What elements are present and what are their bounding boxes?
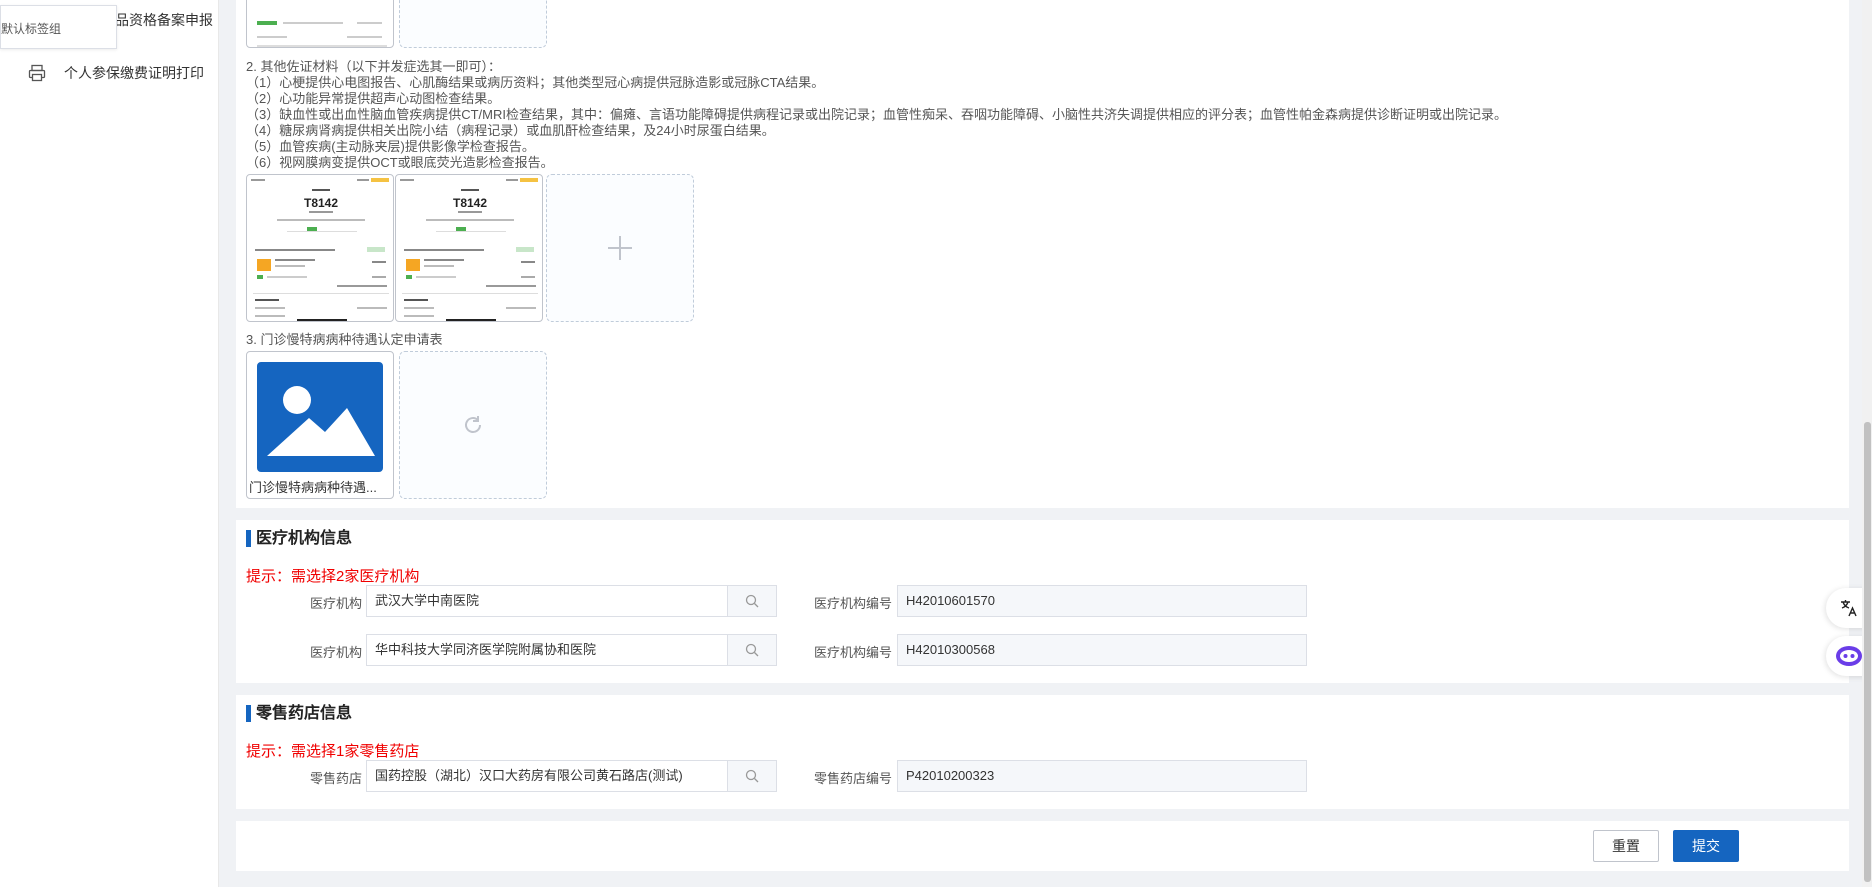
search-icon [745, 769, 759, 783]
uploaded-file-thumb[interactable]: 门诊慢特病病种待遇... [246, 351, 394, 499]
sidebar: 品资格备案申报 默认标签组 个人参保缴费证明打印 [0, 0, 219, 887]
tab-group-tooltip: 默认标签组 [0, 5, 117, 49]
uploaded-image-thumb[interactable] [246, 0, 394, 48]
pharmacy-section-title: 零售药店信息 [246, 705, 352, 722]
material-line: （1）心梗提供心电图报告、心肌酶结果或病历资料；其他类型冠心病提供冠脉造影或冠脉… [246, 75, 825, 90]
material-line: （2）心功能异常提供超声心动图检查结果。 [246, 91, 501, 106]
upload-loading-placeholder[interactable] [399, 351, 547, 499]
pharmacy-code-label: 零售药店编号 [813, 771, 892, 786]
sidebar-item-label: 个人参保缴费证明打印 [64, 65, 204, 81]
submit-button[interactable]: 提交 [1673, 830, 1739, 862]
refresh-icon [465, 416, 481, 433]
medical-org-input[interactable]: 华中科技大学同济医学院附属协和医院 [366, 634, 728, 666]
uploaded-image-thumb[interactable]: T8142 [246, 174, 394, 322]
medical-code-label: 医疗机构编号 [813, 645, 892, 660]
thumb-header-text: T8142 [304, 196, 338, 210]
material-line: （6）视网膜病变提供OCT或眼底荧光造影检查报告。 [246, 155, 554, 170]
pharmacy-code-field: P42010200323 [897, 760, 1307, 792]
uploaded-image-thumb[interactable]: T8142 [395, 174, 543, 322]
search-icon [745, 643, 759, 657]
medical-org-label: 医疗机构 [309, 596, 362, 611]
medical-org-search-button[interactable] [727, 634, 777, 666]
medical-code-field: H42010300568 [897, 634, 1307, 666]
reset-button[interactable]: 重置 [1593, 830, 1659, 862]
document-preview-icon: T8142 [251, 178, 389, 321]
pharmacy-search-button[interactable] [727, 760, 777, 792]
pharmacy-store-label: 零售药店 [309, 771, 362, 786]
material-line: （4）糖尿病肾病提供相关出院小结（病程记录）或血肌酐检查结果，及24小时尿蛋白结… [246, 123, 775, 138]
upload-placeholder[interactable] [399, 0, 547, 48]
translate-icon [1841, 600, 1857, 617]
document-preview-icon: T8142 [400, 178, 538, 321]
robot-assistant-icon [1836, 646, 1862, 666]
material-line: （5）血管疾病(主动脉夹层)提供影像学检查报告。 [246, 139, 535, 154]
pharmacy-store-input[interactable]: 国药控股（湖北）汉口大药房有限公司黄石路店(测试) [366, 760, 728, 792]
scrollbar-thumb[interactable] [1864, 422, 1871, 882]
medical-org-label: 医疗机构 [309, 645, 362, 660]
medical-section-title: 医疗机构信息 [246, 530, 352, 547]
document-preview-icon [257, 21, 387, 47]
medical-org-search-button[interactable] [727, 585, 777, 617]
upload-add-button[interactable] [546, 174, 694, 322]
medical-code-field: H42010601570 [897, 585, 1307, 617]
medical-tip: 提示：需选择2家医疗机构 [246, 568, 420, 585]
medical-org-input[interactable]: 武汉大学中南医院 [366, 585, 728, 617]
printer-icon [28, 64, 46, 82]
material-line: （3）缺血性或出血性脑血管疾病提供CT/MRI检查结果，其中：偏瘫、言语功能障碍… [246, 107, 1508, 122]
medical-code-label: 医疗机构编号 [813, 596, 892, 611]
sidebar-item-drug-qualification[interactable]: 品资格备案申报 [115, 10, 213, 30]
thumb-header-text: T8142 [453, 196, 487, 210]
plus-icon [608, 236, 632, 260]
application-form-title: 3. 门诊慢特病病种待遇认定申请表 [246, 332, 443, 347]
sidebar-item-print-certificate[interactable]: 个人参保缴费证明打印 [0, 58, 218, 88]
search-icon [745, 594, 759, 608]
file-caption: 门诊慢特病病种待遇... [249, 480, 377, 495]
other-materials-title: 2. 其他佐证材料（以下并发症选其一即可）： [246, 59, 501, 74]
pharmacy-tip: 提示：需选择1家零售药店 [246, 743, 420, 760]
